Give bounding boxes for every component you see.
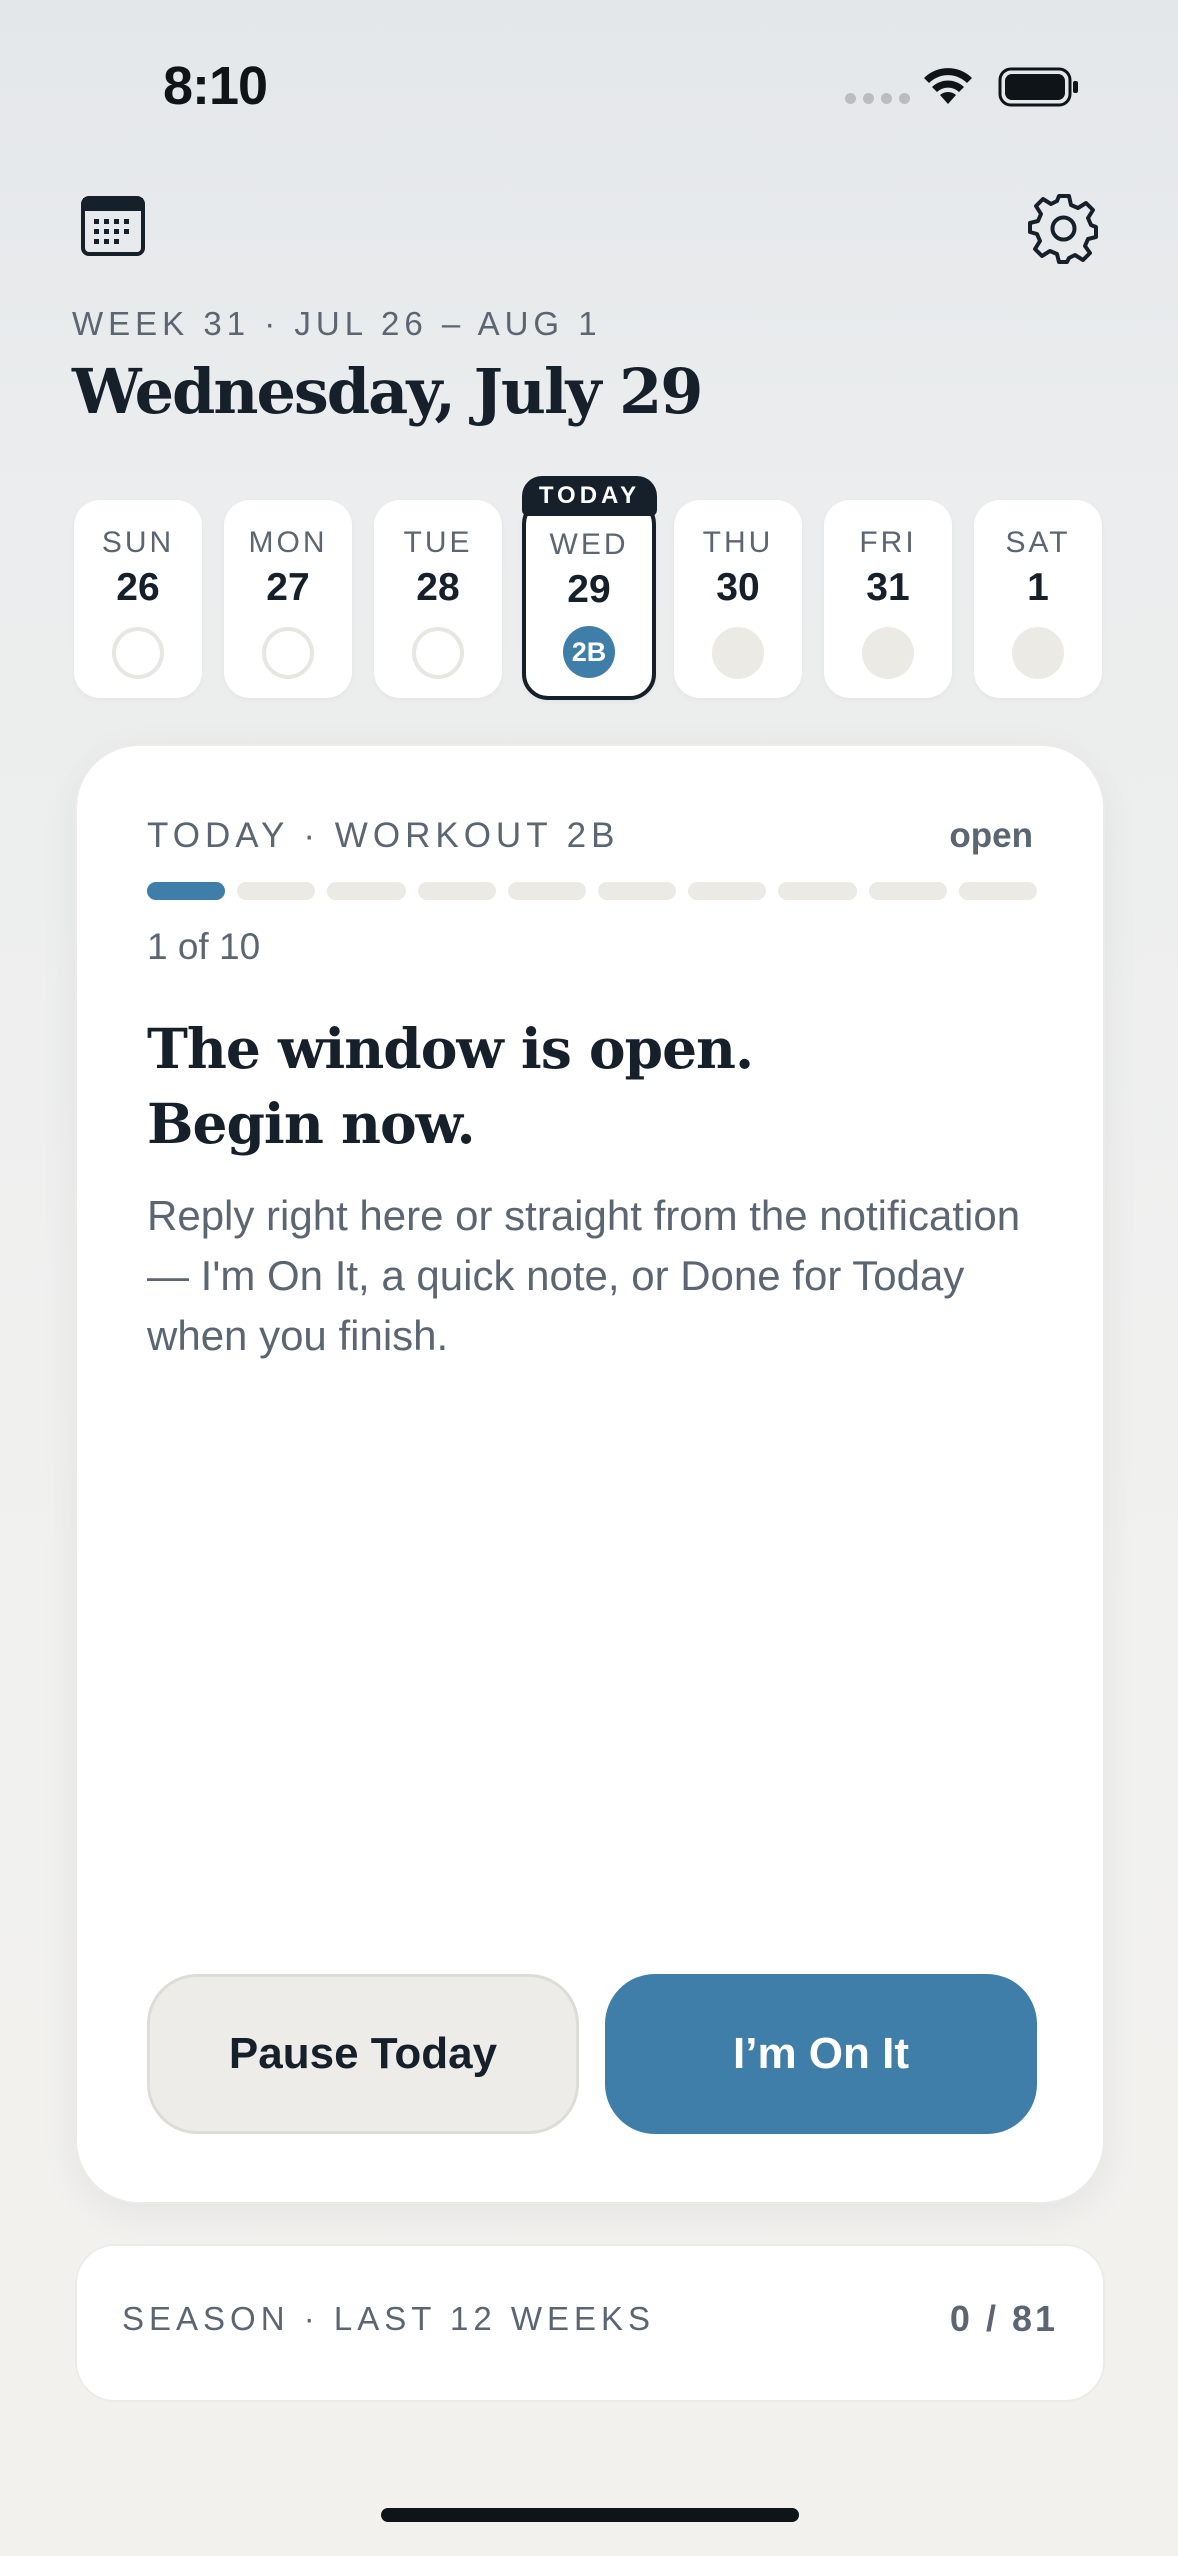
progress-bar [147,882,1038,900]
day-card-sun[interactable]: SUN 26 [74,500,202,698]
day-card-mon[interactable]: MON 27 [224,500,352,698]
progress-segment [507,882,587,900]
progress-segment [598,882,677,900]
season-summary[interactable]: SEASON · LAST 12 WEEKS 0 / 81 [75,2244,1105,2402]
day-number: 27 [266,566,310,609]
home-indicator[interactable] [381,2508,799,2522]
headline-line-1: The window is open. [147,1016,754,1081]
progress-segment-done [147,882,226,900]
week-range-label: WEEK 31 · JUL 26 – AUG 1 [72,305,602,342]
signal-icon [845,93,910,104]
day-name: SUN [101,526,175,559]
day-status-future [862,627,914,679]
progress-segment [237,882,316,900]
day-card-sat[interactable]: SAT 1 [974,500,1102,698]
week-strip: SUN 26 MON 27 TUE 28 WED 29 2B THU 30 FR… [74,498,1104,700]
progress-segment [868,882,947,900]
day-status-empty [412,627,464,679]
progress-segment [417,882,496,900]
card-headline: The window is open. Begin now. [147,1011,1037,1161]
day-name: THU [702,526,774,559]
season-label: SEASON · LAST 12 WEEKS [122,2300,656,2337]
calendar-icon[interactable] [80,195,146,257]
page-title: Wednesday, July 29 [72,355,703,428]
day-card-tue[interactable]: TUE 28 [374,500,502,698]
day-number: 26 [116,566,160,609]
day-number: 28 [416,566,460,609]
day-number: 29 [567,568,611,611]
progress-segment [958,882,1038,900]
wifi-icon [924,68,972,104]
day-name: MON [248,526,328,559]
day-name: WED [549,528,629,561]
battery-icon [998,67,1078,107]
day-number: 31 [866,566,910,609]
day-number: 1 [1027,566,1049,609]
step-count: 1 of 10 [147,926,261,967]
workout-badge: 2B [563,626,615,678]
progress-segment [327,882,406,900]
progress-segment [778,882,857,900]
progress-segment [688,882,767,900]
day-card-fri[interactable]: FRI 31 [824,500,952,698]
day-name: FRI [859,526,917,559]
day-status-empty [112,627,164,679]
day-name: SAT [1005,526,1071,559]
gear-icon[interactable] [1028,192,1100,264]
today-tab: TODAY [522,476,657,516]
day-status-future [712,627,764,679]
workout-card: TODAY · WORKOUT 2B open 1 of 10 The wind… [75,744,1105,2204]
workout-kicker: TODAY · WORKOUT 2B [147,816,620,855]
season-value: 0 / 81 [949,2298,1058,2339]
card-body-text: Reply right here or straight from the no… [147,1192,1021,1359]
status-time: 8:10 [163,56,268,116]
day-name: TUE [403,526,473,559]
day-status-future [1012,627,1064,679]
day-number: 30 [716,566,760,609]
window-state: open [949,816,1033,855]
headline-line-2: Begin now. [147,1091,476,1156]
day-card-wed-today[interactable]: WED 29 2B [522,498,656,700]
day-status-empty [262,627,314,679]
im-on-it-button[interactable]: I’m On It [605,1974,1037,2134]
pause-today-button[interactable]: Pause Today [147,1974,579,2134]
day-card-thu[interactable]: THU 30 [674,500,802,698]
status-bar: 8:10 [0,0,1178,150]
